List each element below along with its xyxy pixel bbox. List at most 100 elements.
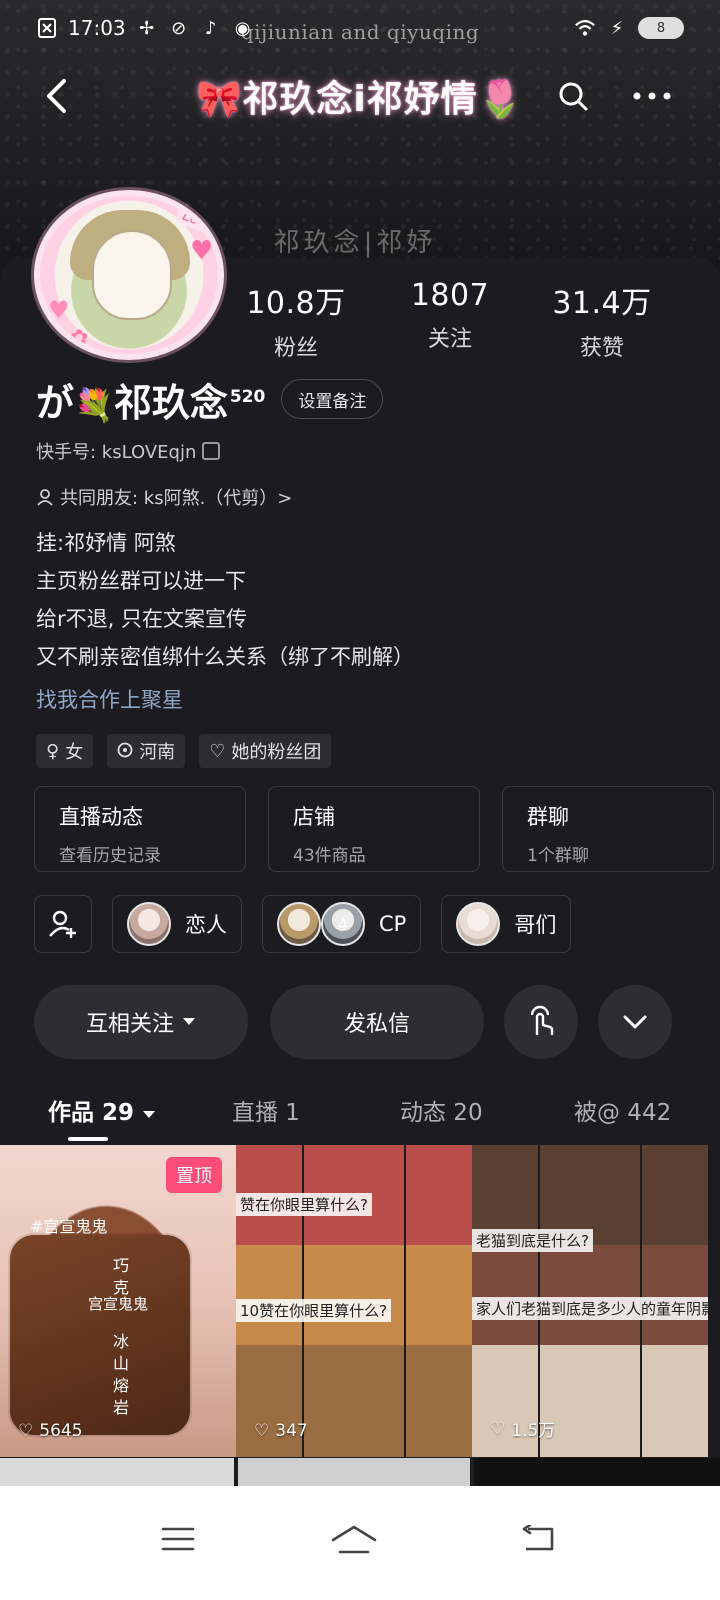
card-shop[interactable]: 店铺 43件商品 <box>268 786 480 872</box>
recent-apps-button[interactable] <box>148 1514 208 1564</box>
home-icon <box>331 1525 377 1554</box>
card-title: 直播动态 <box>59 805 143 829</box>
relation-label: CP <box>379 912 407 936</box>
content-tabs: 作品 29 直播 1 动态 20 被@ 442 <box>0 1085 720 1141</box>
cooperate-link[interactable]: 找我合作上聚星 <box>36 684 183 714</box>
video-card[interactable]: 老猫到底是什么? 家人们老猫到底是多少人的童年阴影? ♡ 1.5万 <box>472 1145 708 1457</box>
back-nav-button[interactable] <box>508 1514 568 1564</box>
tab-live[interactable]: 直播 1 <box>232 1093 300 1127</box>
kwai-id-text: 快手号: ksLOVEqjn <box>36 442 197 463</box>
name-text: 祁玖念 <box>113 380 228 425</box>
mutual-friends[interactable]: 共同朋友: ks阿煞.（代剪）> <box>36 484 292 510</box>
page-title: 🎀祁玖念i祁妤情🌷 <box>170 70 550 122</box>
tab-underline <box>68 1137 108 1141</box>
video-caption: 家人们老猫到底是多少人的童年阴影? <box>472 1297 708 1320</box>
name-row: が💐祁玖念 520 设置备注 <box>36 372 384 427</box>
card-subtitle: 43件商品 <box>293 846 366 866</box>
system-nav-bar <box>0 1486 720 1600</box>
video-likes: ♡ 1.5万 <box>490 1416 556 1442</box>
like-count: 347 <box>275 1421 308 1441</box>
heart-outline-icon: ♡ <box>254 1421 270 1441</box>
video-vertical-text: 冰山熔岩 <box>112 1332 129 1417</box>
expand-button[interactable] <box>598 985 672 1059</box>
mutual-follow-button[interactable]: 互相关注 <box>34 985 248 1059</box>
tab-works[interactable]: 作品 29 <box>48 1093 156 1127</box>
name-sup: 520 <box>229 386 266 407</box>
like-count: 1.5万 <box>511 1421 556 1441</box>
video-card[interactable]: 赞在你眼里算什么? 10赞在你眼里算什么? ♡ 347 <box>236 1145 472 1457</box>
fan-group-icon: ♡ <box>209 740 226 762</box>
relations-row: 恋人 4 CP 哥们 <box>34 895 572 953</box>
tab-label: 作品 29 <box>48 1100 135 1126</box>
page-title-text: 祁玖念i祁妤情 <box>242 79 478 120</box>
video-card-partial[interactable] <box>238 1458 470 1488</box>
video-hashtag: #宫宣鬼鬼 <box>30 1217 108 1236</box>
card-title: 店铺 <box>293 805 335 829</box>
relation-label: 恋人 <box>185 913 227 937</box>
stat-number: 10.8万 <box>246 286 346 321</box>
send-message-button[interactable]: 发私信 <box>270 985 484 1059</box>
charging-icon: ⚡ <box>610 17 624 39</box>
video-card[interactable]: 置顶 #宫宣鬼鬼 巧克 宫宣鬼鬼 冰山熔岩 ♡ 5645 <box>0 1145 236 1457</box>
notification-icon <box>36 17 58 39</box>
relation-lover[interactable]: 恋人 <box>112 895 242 953</box>
chevron-down-icon <box>623 1015 647 1029</box>
video-card-partial[interactable] <box>474 1458 720 1488</box>
tag-location[interactable]: 河南 <box>107 734 186 768</box>
stat-following[interactable]: 1807 关注 <box>380 278 520 353</box>
video-caption: 赞在你眼里算什么? <box>236 1193 372 1216</box>
tiktok-icon: ♪ <box>204 17 217 39</box>
menu-icon <box>161 1527 195 1551</box>
tab-mentions[interactable]: 被@ 442 <box>574 1093 671 1127</box>
video-likes: ♡ 347 <box>254 1421 308 1441</box>
clock: 17:03 <box>68 16 126 40</box>
relation-buddy[interactable]: 哥们 <box>441 895 572 953</box>
relation-cp[interactable]: 4 CP <box>262 895 422 953</box>
link-icon: ⊘ <box>171 17 187 39</box>
app-icon: ◉ <box>234 17 251 39</box>
add-person-icon <box>49 910 76 938</box>
fan-icon: ✢ <box>139 17 155 39</box>
person-icon <box>37 489 53 506</box>
stats-row: 10.8万 粉丝 1807 关注 31.4万 获赞 <box>0 278 720 361</box>
caret-down-icon <box>143 1111 156 1118</box>
set-remark-button[interactable]: 设置备注 <box>281 379 384 419</box>
stat-likes[interactable]: 31.4万 获赞 <box>532 278 672 362</box>
more-button[interactable] <box>630 74 674 118</box>
bio-line: 主页粉丝群可以进一下 <box>36 569 246 593</box>
stat-number: 31.4万 <box>552 286 652 321</box>
video-caption: 10赞在你眼里算什么? <box>236 1299 392 1322</box>
card-live-history[interactable]: 直播动态 查看历史记录 <box>34 786 246 872</box>
location-icon <box>117 742 133 758</box>
tap-hand-icon <box>530 1005 554 1035</box>
avatar-count: 4 <box>321 902 365 946</box>
chocolate-cake-image <box>10 1235 190 1435</box>
avatar <box>127 902 171 946</box>
heart-icon: ♥ <box>190 236 214 266</box>
top-nav: 🎀祁玖念i祁妤情🌷 <box>0 66 720 126</box>
home-button[interactable] <box>324 1514 384 1564</box>
user-name: が💐祁玖念 520 <box>36 372 265 427</box>
cover-blur-text: 祁玖念|祁妤 <box>273 228 437 258</box>
add-relation-button[interactable] <box>34 895 92 953</box>
copy-icon[interactable] <box>202 442 221 460</box>
back-button[interactable] <box>36 76 76 116</box>
female-icon: ♀ <box>46 740 60 762</box>
interact-button[interactable] <box>504 985 578 1059</box>
heart-outline-icon: ♡ <box>490 1418 506 1439</box>
send-message-label: 发私信 <box>343 1012 410 1037</box>
card-group-chat[interactable]: 群聊 1个群聊 <box>502 786 714 872</box>
video-grid-next-row <box>0 1458 720 1488</box>
heart-outline-icon: ♡ <box>18 1421 34 1441</box>
tab-moments[interactable]: 动态 20 <box>400 1093 483 1127</box>
tag-fan-group[interactable]: ♡ 她的粉丝团 <box>199 734 332 768</box>
card-subtitle: 1个群聊 <box>527 846 589 866</box>
tag-gender[interactable]: ♀ 女 <box>36 734 94 768</box>
avatar <box>456 902 501 946</box>
kwai-id: 快手号: ksLOVEqjn <box>36 438 221 464</box>
stat-fans[interactable]: 10.8万 粉丝 <box>226 278 366 362</box>
search-button[interactable] <box>551 74 595 118</box>
video-card-partial[interactable] <box>0 1458 234 1488</box>
return-icon <box>522 1525 554 1551</box>
status-bar: 17:03 ✢ ⊘ ♪ ◉ ⚡ 8 <box>0 0 720 56</box>
